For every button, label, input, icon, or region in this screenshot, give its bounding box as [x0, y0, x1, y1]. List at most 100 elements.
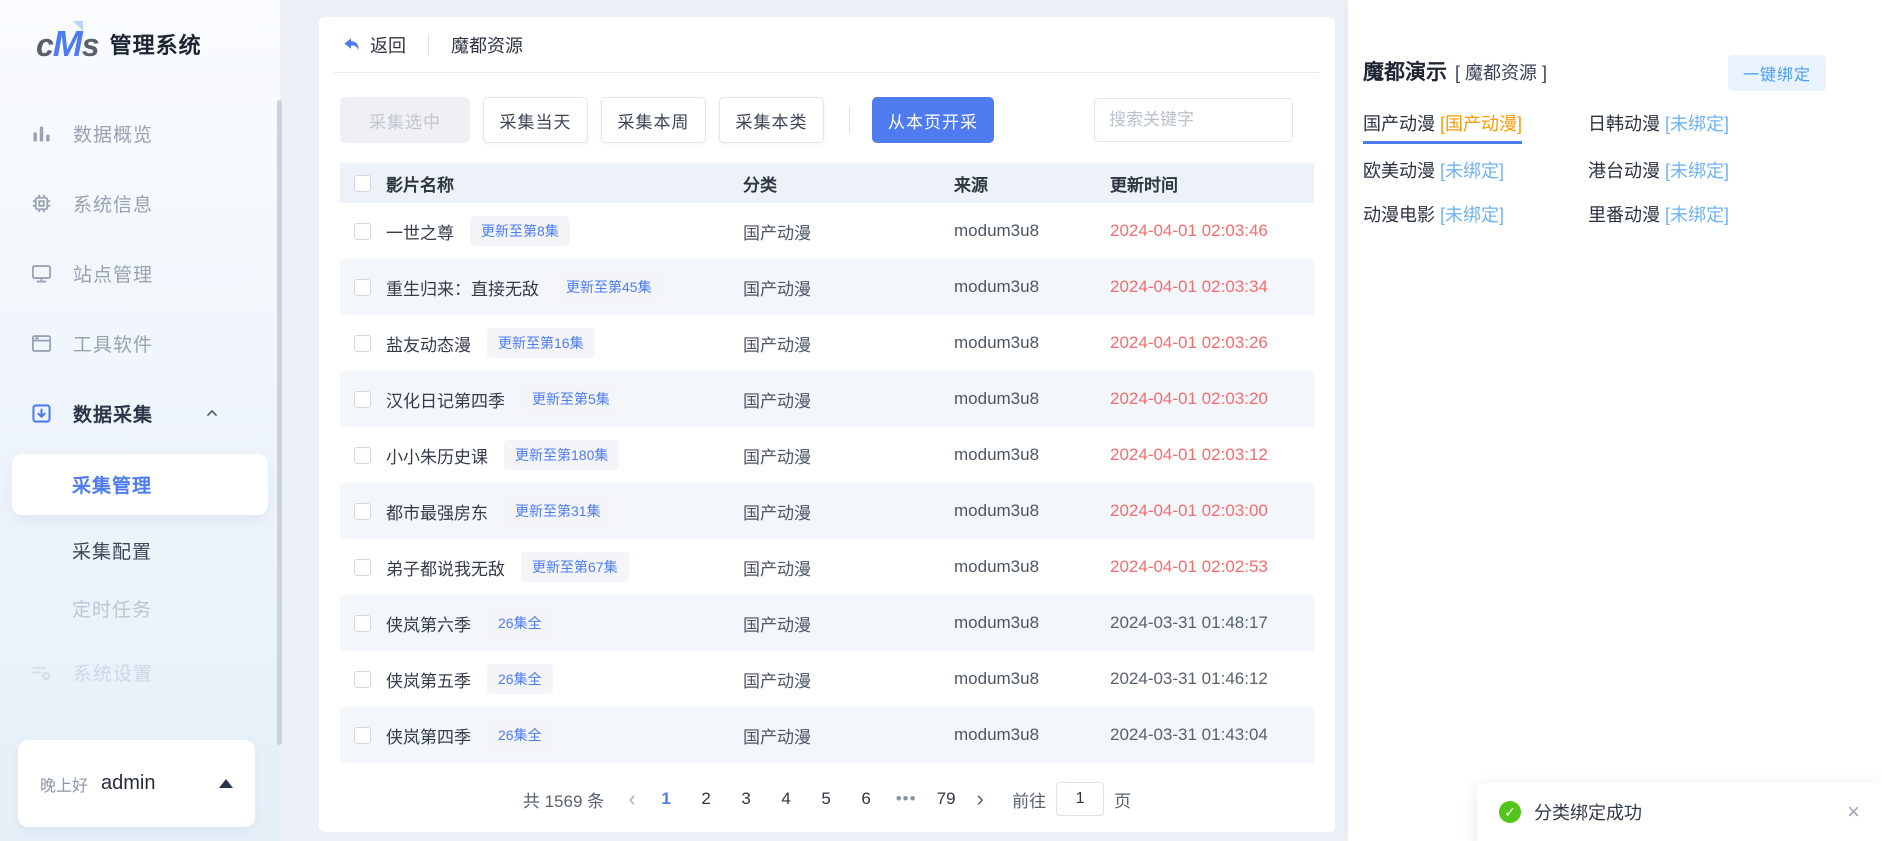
movie-update-time: 2024-04-01 02:03:00: [1110, 501, 1314, 521]
sidebar-item-system-info[interactable]: 系统信息: [0, 168, 280, 238]
movie-source: modum3u8: [954, 333, 1110, 353]
movie-name: 盐友动态漫: [386, 331, 471, 356]
settings-list-icon: [30, 661, 53, 684]
caret-up-icon: [219, 779, 233, 788]
pagination: 共 1569 条 ‹ 1 2 3 4 5 6 ••• 79 › 前往 页: [319, 782, 1335, 816]
episode-badge: 更新至第31集: [504, 496, 612, 526]
episode-badge: 更新至第16集: [487, 328, 595, 358]
binding-item[interactable]: 欧美动漫 [未绑定]: [1363, 157, 1504, 188]
sidebar-item-tools[interactable]: 工具软件: [0, 308, 280, 378]
bind-all-button[interactable]: 一键绑定: [1728, 55, 1826, 91]
episode-badge: 更新至第5集: [521, 384, 621, 414]
success-check-icon: ✓: [1499, 801, 1521, 823]
episode-badge: 更新至第180集: [504, 440, 619, 470]
collect-category-button[interactable]: 采集本类: [719, 97, 824, 143]
collect-page-button[interactable]: 从本页开采: [872, 97, 994, 143]
prev-page-button[interactable]: ‹: [618, 788, 646, 810]
toolbar-divider: [849, 107, 850, 133]
column-header-source: 来源: [954, 171, 1110, 196]
sidebar-group-data-collection[interactable]: 数据采集: [0, 378, 280, 448]
binding-category: 日韩动漫: [1588, 114, 1665, 134]
sidebar: cMs 管理系统 数据概览 系统信息 站点管理 工具软件 数据采集 采集管理 采…: [0, 0, 280, 841]
binding-item[interactable]: 日韩动漫 [未绑定]: [1588, 110, 1729, 144]
binding-value: [未绑定]: [1665, 114, 1729, 134]
app-window-icon: [30, 332, 53, 355]
app-title: 管理系统: [110, 28, 202, 60]
sidebar-item-site-management[interactable]: 站点管理: [0, 238, 280, 308]
movie-update-time: 2024-03-31 01:48:17: [1110, 613, 1314, 633]
episode-badge: 更新至第45集: [555, 272, 663, 302]
collect-week-button[interactable]: 采集本周: [601, 97, 706, 143]
row-checkbox[interactable]: [354, 503, 371, 520]
row-checkbox[interactable]: [354, 559, 371, 576]
movie-name: 一世之尊: [386, 219, 454, 244]
table-body: 一世之尊 更新至第8集 国产动漫 modum3u8 2024-04-01 02:…: [340, 203, 1314, 763]
total-count: 共 1569 条: [523, 787, 604, 812]
movie-category: 国产动漫: [743, 723, 954, 748]
row-checkbox[interactable]: [354, 279, 371, 296]
sidebar-subitem-collect-manage[interactable]: 采集管理: [12, 454, 268, 515]
panel-title: 魔都演示: [1363, 56, 1447, 86]
row-checkbox[interactable]: [354, 335, 371, 352]
binding-value: [未绑定]: [1440, 161, 1504, 181]
episode-badge: 26集全: [487, 664, 553, 694]
page-number-button[interactable]: •••: [892, 789, 920, 809]
row-checkbox[interactable]: [354, 615, 371, 632]
movie-name: 重生归来：直接无敌: [386, 275, 539, 300]
collect-selected-button[interactable]: 采集选中: [340, 97, 470, 143]
movie-update-time: 2024-03-31 01:46:12: [1110, 669, 1314, 689]
back-button[interactable]: 返回: [342, 32, 406, 58]
page-number-button[interactable]: 5: [812, 789, 840, 809]
page-number-button[interactable]: 6: [852, 789, 880, 809]
movie-source: modum3u8: [954, 557, 1110, 577]
next-page-button[interactable]: ›: [966, 788, 994, 810]
movie-category: 国产动漫: [743, 387, 954, 412]
search-input[interactable]: [1094, 98, 1293, 142]
user-menu[interactable]: 晚上好 admin: [18, 740, 255, 827]
back-label: 返回: [370, 32, 406, 58]
sidebar-item-label: 系统信息: [73, 190, 153, 217]
sidebar-item-system-settings[interactable]: 系统设置: [0, 637, 280, 707]
movie-name: 侠岚第四季: [386, 723, 471, 748]
movie-update-time: 2024-04-01 02:03:34: [1110, 277, 1314, 297]
collect-today-button[interactable]: 采集当天: [483, 97, 588, 143]
page-number-button[interactable]: 4: [772, 789, 800, 809]
movie-category: 国产动漫: [743, 499, 954, 524]
page-number-button[interactable]: 1: [652, 789, 680, 809]
toolbar: 采集选中 采集当天 采集本周 采集本类 从本页开采: [329, 97, 1325, 143]
sidebar-item-data-overview[interactable]: 数据概览: [0, 98, 280, 168]
sidebar-item-label: 站点管理: [73, 260, 153, 287]
sidebar-subitem-collect-config[interactable]: 采集配置: [0, 521, 280, 579]
sidebar-subitem-scheduled-tasks[interactable]: 定时任务: [0, 579, 280, 637]
page-number-button[interactable]: 79: [932, 789, 960, 809]
sidebar-scrollbar[interactable]: [277, 100, 282, 745]
page-number-button[interactable]: 2: [692, 789, 720, 809]
movie-source: modum3u8: [954, 669, 1110, 689]
episode-badge: 更新至第67集: [521, 552, 629, 582]
binding-category: 港台动漫: [1588, 161, 1665, 181]
page-number-button[interactable]: 3: [732, 789, 760, 809]
binding-value: [未绑定]: [1665, 205, 1729, 225]
toast-close-icon[interactable]: ×: [1847, 801, 1860, 823]
row-checkbox[interactable]: [354, 671, 371, 688]
table-row: 侠岚第四季 26集全 国产动漫 modum3u8 2024-03-31 01:4…: [340, 707, 1314, 763]
binding-item[interactable]: 动漫电影 [未绑定]: [1363, 201, 1504, 232]
row-checkbox[interactable]: [354, 223, 371, 240]
row-checkbox[interactable]: [354, 447, 371, 464]
select-all-checkbox[interactable]: [354, 175, 371, 192]
table-header-row: 影片名称 分类 来源 更新时间: [340, 163, 1314, 203]
goto-label: 前往: [1012, 787, 1046, 812]
row-checkbox[interactable]: [354, 391, 371, 408]
movie-name: 侠岚第六季: [386, 611, 471, 636]
movie-source: modum3u8: [954, 445, 1110, 465]
goto-page-input[interactable]: [1056, 782, 1104, 816]
binding-item[interactable]: 港台动漫 [未绑定]: [1588, 157, 1729, 188]
binding-item[interactable]: 里番动漫 [未绑定]: [1588, 201, 1729, 232]
success-toast: ✓ 分类绑定成功 ×: [1477, 783, 1882, 841]
movie-update-time: 2024-03-31 01:43:04: [1110, 725, 1314, 745]
binding-item[interactable]: 国产动漫 [国产动漫]: [1363, 110, 1522, 144]
row-checkbox[interactable]: [354, 727, 371, 744]
episode-badge: 更新至第8集: [470, 216, 570, 246]
movie-update-time: 2024-04-01 02:03:26: [1110, 333, 1314, 353]
table-row: 小小朱历史课 更新至第180集 国产动漫 modum3u8 2024-04-01…: [340, 427, 1314, 483]
